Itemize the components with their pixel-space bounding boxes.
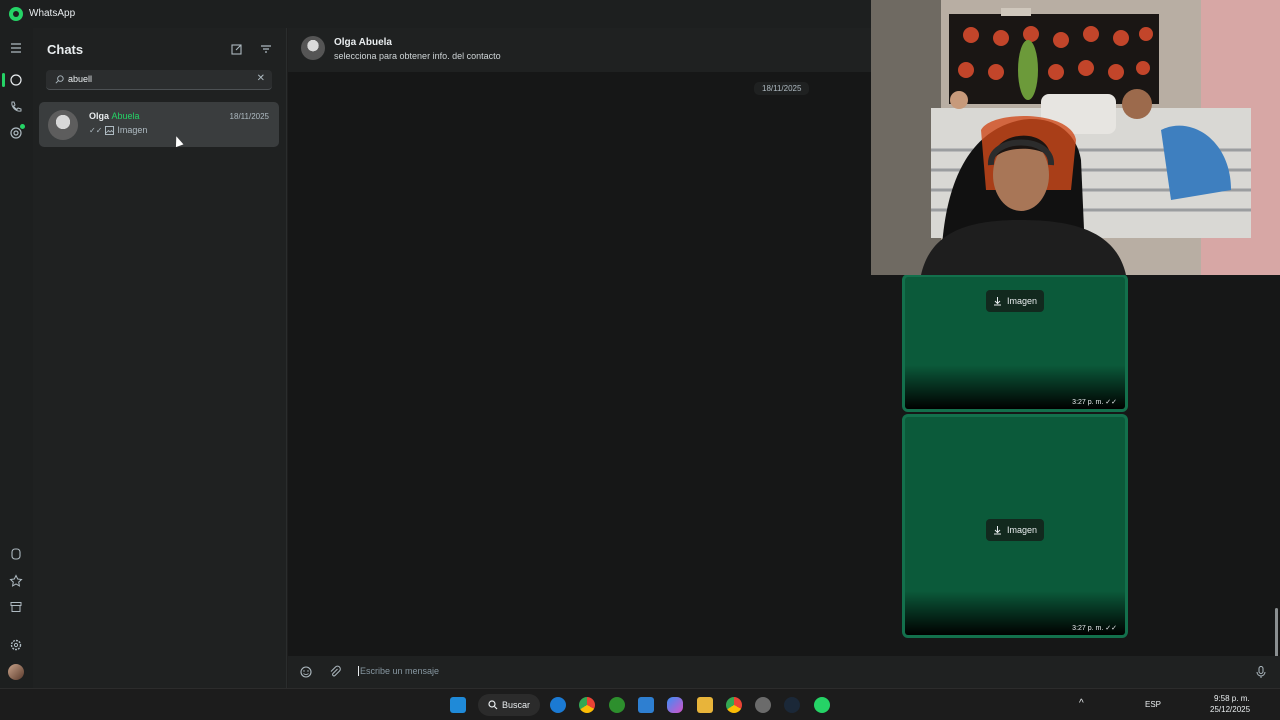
chat-list-panel: Chats abuell ✕ Olga Abuela 18/11/2025 ✓✓…: [33, 28, 287, 688]
microphone-icon[interactable]: [1254, 665, 1268, 679]
chat-date: 18/11/2025: [229, 112, 269, 121]
image-message[interactable]: Imagen 3:27 p. m. ✓✓: [902, 414, 1128, 638]
new-chat-icon[interactable]: [230, 42, 244, 56]
contact-avatar[interactable]: [301, 36, 325, 60]
download-label: Imagen: [1006, 525, 1038, 535]
steam-icon[interactable]: [784, 697, 800, 713]
download-icon: [993, 526, 1001, 535]
chat-list-item[interactable]: Olga Abuela 18/11/2025 ✓✓ Imagen: [39, 102, 279, 147]
search-icon: [488, 700, 498, 710]
settings-app-icon[interactable]: [755, 697, 771, 713]
file-explorer-icon[interactable]: [697, 697, 713, 713]
message-time-text: 3:27 p. m.: [1072, 399, 1104, 406]
navigation-rail: [0, 28, 33, 688]
message-time: 3:27 p. m. ✓✓: [1072, 624, 1117, 632]
message-time-text: 3:27 p. m.: [1072, 625, 1104, 632]
taskbar-search-button[interactable]: Buscar: [478, 694, 540, 716]
download-icon: [993, 297, 1001, 306]
webcam-overlay: [871, 0, 1280, 275]
app-title: WhatsApp: [29, 8, 76, 19]
windows-start-icon[interactable]: [450, 697, 466, 713]
message-composer: Escribe un mensaje: [288, 656, 1280, 688]
channels-icon[interactable]: [8, 546, 24, 562]
taskbar-search-label: Buscar: [501, 700, 530, 710]
double-tick-icon: ✓✓: [89, 125, 103, 135]
chat-name-highlight: Abuela: [111, 111, 140, 121]
chat-name-plain: Olga: [89, 111, 110, 121]
image-icon: [105, 125, 115, 135]
webcam-feed-image: [871, 0, 1280, 275]
double-tick-icon: ✓✓: [1105, 625, 1117, 632]
message-input[interactable]: Escribe un mensaje: [358, 666, 439, 676]
language-indicator[interactable]: ESP: [1145, 700, 1161, 709]
date-chip: 18/11/2025: [754, 82, 810, 95]
attach-icon[interactable]: [328, 665, 342, 679]
archive-icon[interactable]: [8, 599, 24, 615]
windows-taskbar: Buscar ^ ESP 9:58 p. m. 25/12/2025: [0, 688, 1280, 720]
menu-icon[interactable]: [8, 40, 24, 56]
calls-icon[interactable]: [8, 99, 24, 115]
whatsapp-taskbar-icon[interactable]: [814, 697, 830, 713]
xbox-icon[interactable]: [609, 697, 625, 713]
avatar: [48, 110, 78, 140]
chat-name: Olga Abuela: [89, 111, 140, 121]
clock-time[interactable]: 9:58 p. m.: [1214, 694, 1250, 703]
chrome-icon[interactable]: [579, 697, 595, 713]
chrome-profile-icon[interactable]: [726, 697, 742, 713]
download-image-button[interactable]: Imagen: [986, 290, 1044, 312]
download-image-button[interactable]: Imagen: [986, 519, 1044, 541]
chat-preview-text: Imagen: [117, 125, 148, 135]
clock-date[interactable]: 25/12/2025: [1210, 705, 1250, 714]
close-icon[interactable]: ✕: [257, 73, 265, 84]
whatsapp-logo-icon: [9, 7, 23, 21]
chat-preview: ✓✓ Imagen: [89, 125, 147, 135]
sidebar-title: Chats: [47, 42, 84, 57]
photos-icon[interactable]: [638, 697, 654, 713]
download-label: Imagen: [1006, 296, 1038, 306]
filter-icon[interactable]: [259, 42, 273, 56]
chats-icon[interactable]: [8, 72, 24, 88]
copilot-icon[interactable]: [667, 697, 683, 713]
starred-icon[interactable]: [8, 573, 24, 589]
search-value: abuell: [68, 74, 93, 84]
active-indicator: [2, 73, 5, 87]
contact-subtitle: selecciona para obtener info. del contac…: [334, 51, 501, 61]
emoji-icon[interactable]: [299, 665, 313, 679]
search-icon: [55, 75, 64, 84]
search-input[interactable]: abuell ✕: [46, 70, 272, 90]
edge-icon[interactable]: [550, 697, 566, 713]
settings-icon[interactable]: [8, 637, 24, 653]
double-tick-icon: ✓✓: [1105, 399, 1117, 406]
status-dot-icon: [20, 124, 25, 129]
contact-name: Olga Abuela: [334, 37, 392, 48]
image-message[interactable]: Imagen 3:27 p. m. ✓✓: [902, 274, 1128, 412]
message-time: 3:27 p. m. ✓✓: [1072, 398, 1117, 406]
profile-avatar[interactable]: [8, 664, 24, 680]
chevron-up-icon[interactable]: ^: [1079, 698, 1084, 709]
